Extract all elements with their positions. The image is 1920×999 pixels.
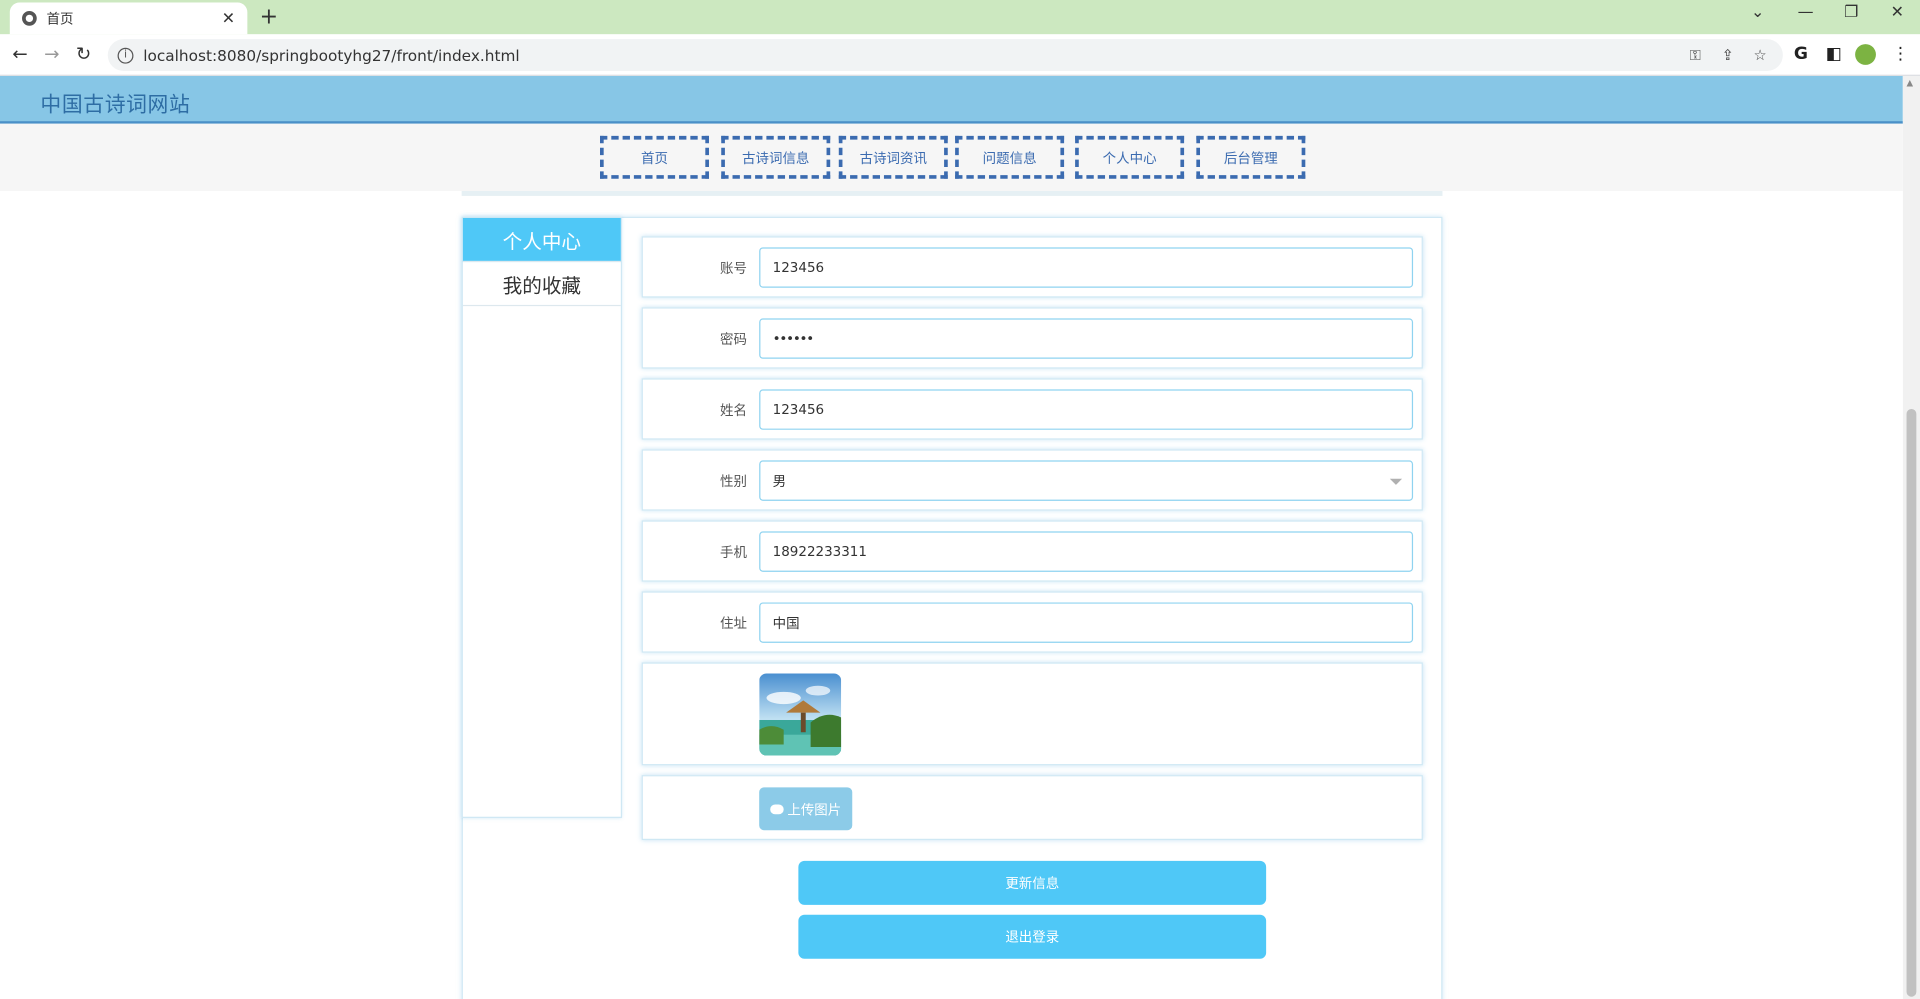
site-info-icon[interactable]: i [117, 47, 134, 64]
url-text: localhost:8080/springbootyhg27/front/ind… [143, 45, 520, 65]
nav-item-profile[interactable]: 个人中心 [1075, 135, 1185, 179]
phone-label: 手机 [720, 544, 747, 561]
sidebar-item-profile[interactable]: 个人中心 [462, 217, 621, 263]
nav-item-poems[interactable]: 古诗词信息 [721, 135, 831, 179]
minimize-button[interactable]: — [1798, 4, 1814, 22]
name-input[interactable]: 123456 [759, 389, 1414, 430]
globe-icon [22, 11, 37, 26]
form-row-phone: 手机 18922233311 [641, 520, 1423, 582]
avatar-photo [759, 673, 842, 756]
browser-tab-strip: 首页 ✕ + ⌄ — ❐ ✕ [0, 0, 1920, 35]
form-row-password: 密码 •••••• [641, 307, 1423, 369]
account-input[interactable]: 123456 [759, 247, 1414, 288]
browser-toolbar: ← → ↻ i localhost:8080/springbootyhg27/f… [0, 34, 1920, 76]
chevron-down-icon [1389, 478, 1403, 485]
google-extension-icon[interactable]: G [1794, 44, 1808, 64]
form-row-avatar [641, 662, 1423, 766]
profile-avatar-icon[interactable] [1855, 44, 1876, 65]
forward-button[interactable]: → [44, 43, 59, 65]
gender-select[interactable]: 男 [759, 460, 1414, 501]
form-row-address: 住址 中国 [641, 591, 1423, 653]
key-icon[interactable]: ⚿ [1690, 47, 1701, 65]
bookmark-star-icon[interactable]: ☆ [1753, 47, 1766, 64]
password-input[interactable]: •••••• [759, 318, 1414, 359]
sidepanel-icon[interactable]: ◧ [1826, 44, 1842, 64]
tab-close-icon[interactable]: ✕ [222, 9, 235, 27]
back-button[interactable]: ← [12, 43, 27, 65]
account-label: 账号 [720, 260, 747, 277]
scrollbar-thumb[interactable] [1906, 408, 1917, 997]
reload-button[interactable]: ↻ [76, 43, 91, 65]
tab-title: 首页 [46, 11, 74, 27]
scroll-up-arrow-icon[interactable]: ▲ [1907, 78, 1914, 88]
gender-label: 性别 [720, 473, 747, 490]
page-scrollbar[interactable]: ▲ [1902, 75, 1920, 999]
form-row-upload: 上传图片 [641, 775, 1423, 841]
form-row-name: 姓名 123456 [641, 378, 1423, 440]
cloud-upload-icon [770, 803, 784, 814]
main-nav: 首页 古诗词信息 古诗词资讯 问题信息 个人中心 后台管理 [0, 123, 1903, 192]
page-viewport: 中国古诗词网站 首页 古诗词信息 古诗词资讯 问题信息 个人中心 后台管理 个人… [0, 75, 1903, 999]
password-label: 密码 [720, 331, 747, 348]
tab-search-icon[interactable]: ⌄ [1751, 4, 1764, 22]
share-icon[interactable]: ⇪ [1722, 47, 1734, 64]
update-info-button[interactable]: 更新信息 [798, 860, 1267, 905]
upload-image-button[interactable]: 上传图片 [759, 787, 853, 831]
avatar-image [759, 673, 842, 756]
menu-kebab-icon[interactable]: ⋮ [1892, 44, 1909, 64]
nav-item-questions[interactable]: 问题信息 [955, 135, 1065, 179]
close-window-button[interactable]: ✕ [1891, 4, 1904, 22]
browser-tab[interactable]: 首页 ✕ [9, 2, 248, 35]
gender-select-value: 男 [772, 473, 787, 490]
form-row-gender: 性别 男 [641, 449, 1423, 511]
nav-item-news[interactable]: 古诗词资讯 [838, 135, 948, 179]
address-input[interactable]: 中国 [759, 602, 1414, 643]
sidebar-item-favorites[interactable]: 我的收藏 [462, 262, 621, 307]
restore-button[interactable]: ❐ [1844, 4, 1858, 22]
nav-item-home[interactable]: 首页 [600, 135, 709, 179]
logout-button[interactable]: 退出登录 [798, 914, 1267, 959]
name-label: 姓名 [720, 402, 747, 419]
new-tab-button[interactable]: + [260, 4, 278, 30]
side-menu: 个人中心 我的收藏 [461, 216, 623, 818]
address-label: 住址 [720, 615, 747, 632]
phone-input[interactable]: 18922233311 [759, 531, 1414, 572]
form-row-account: 账号 123456 [641, 236, 1423, 298]
divider [461, 191, 1443, 196]
site-title: 中国古诗词网站 [40, 93, 191, 118]
upload-button-label: 上传图片 [787, 801, 842, 818]
address-bar[interactable]: i localhost:8080/springbootyhg27/front/i… [107, 39, 1783, 72]
site-header: 中国古诗词网站 [0, 75, 1903, 124]
nav-item-admin[interactable]: 后台管理 [1196, 135, 1306, 179]
